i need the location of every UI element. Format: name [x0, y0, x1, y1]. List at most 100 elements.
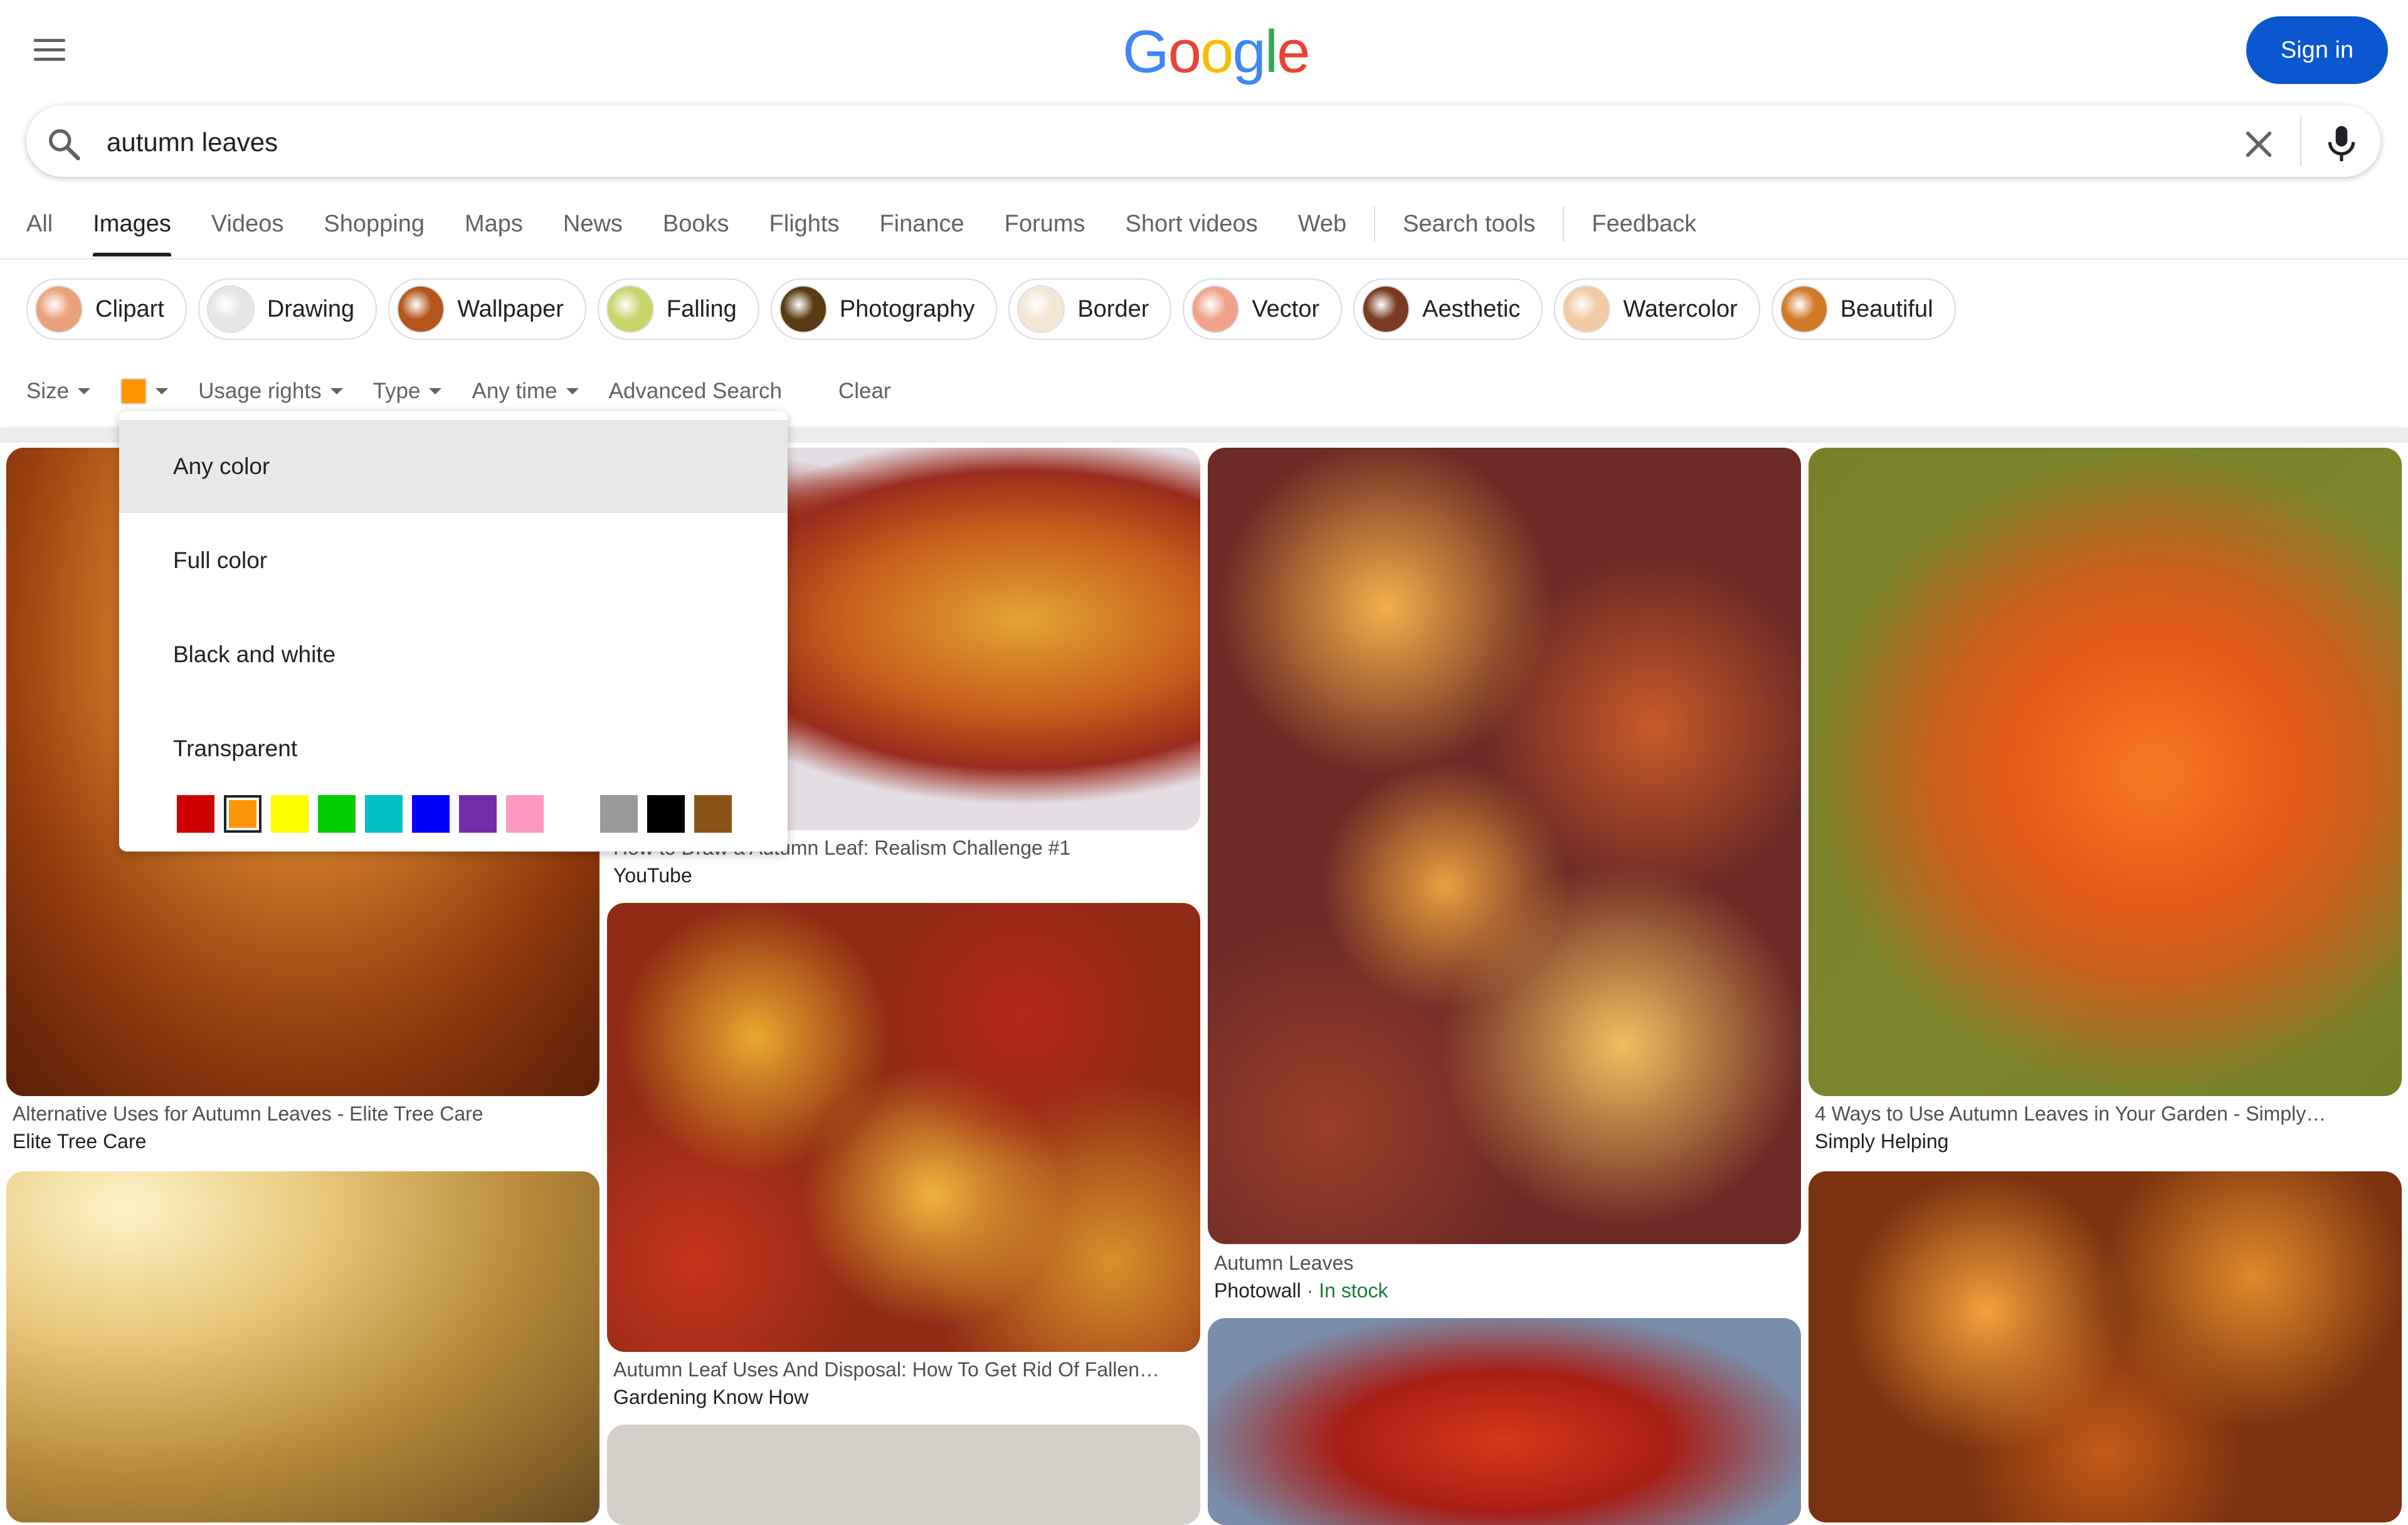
- chip-drawing[interactable]: Drawing: [198, 278, 378, 340]
- color-swatch[interactable]: [647, 795, 685, 833]
- tab-images[interactable]: Images: [93, 205, 171, 256]
- maple-canopy-image[interactable]: [1809, 1171, 2402, 1522]
- color-swatches: [177, 795, 741, 833]
- caret-down-icon: [78, 388, 91, 394]
- color-option-full-color[interactable]: Full color: [119, 514, 788, 607]
- tab-news[interactable]: News: [563, 205, 623, 243]
- result-source: Elite Tree Care: [13, 1130, 147, 1153]
- time-filter-label: Any time: [472, 379, 557, 403]
- clear-filters-link[interactable]: Clear: [838, 379, 891, 404]
- leaf-image[interactable]: [607, 1425, 1200, 1525]
- color-swatch[interactable]: [600, 795, 638, 833]
- google-logo[interactable]: Google: [1122, 18, 1311, 87]
- search-icon[interactable]: [45, 125, 83, 163]
- chip-thumbnail: [1017, 285, 1065, 333]
- color-option-any-color[interactable]: Any color: [119, 420, 788, 513]
- advanced-search-link[interactable]: Advanced Search: [609, 379, 782, 404]
- image-result-8[interactable]: [607, 1425, 1200, 1525]
- tab-shopping[interactable]: Shopping: [324, 205, 425, 243]
- search-tools-button[interactable]: Search tools: [1403, 205, 1535, 243]
- chip-watercolor[interactable]: Watercolor: [1554, 278, 1760, 340]
- color-swatch[interactable]: [365, 795, 403, 833]
- chip-label: Drawing: [267, 295, 355, 322]
- logo-letter: e: [1277, 18, 1310, 85]
- chip-vector[interactable]: Vector: [1183, 278, 1343, 340]
- logo-letter: o: [1168, 18, 1201, 85]
- leaf-pile-image[interactable]: [607, 903, 1200, 1352]
- tab-books[interactable]: Books: [663, 205, 729, 243]
- logo-letter: o: [1200, 18, 1233, 85]
- tab-web[interactable]: Web: [1298, 205, 1346, 243]
- tab-maps[interactable]: Maps: [465, 205, 523, 243]
- chip-clipart[interactable]: Clipart: [26, 278, 187, 340]
- main-menu-button[interactable]: [25, 25, 75, 75]
- tab-all[interactable]: All: [26, 205, 53, 243]
- tab-videos[interactable]: Videos: [211, 205, 284, 243]
- chip-thumbnail: [779, 285, 827, 333]
- result-source: Photowall · In stock: [1214, 1279, 1388, 1302]
- color-swatch[interactable]: [224, 795, 261, 833]
- color-swatch[interactable]: [506, 795, 544, 833]
- falling-leaves-image[interactable]: [6, 1171, 599, 1522]
- chip-beautiful[interactable]: Beautiful: [1771, 278, 1956, 340]
- color-swatch[interactable]: [318, 795, 356, 833]
- result-title[interactable]: Autumn Leaves: [1214, 1252, 1797, 1275]
- color-dropdown-menu: Any color Full color Black and white Transp…: [119, 411, 788, 852]
- tab-forums[interactable]: Forums: [1005, 205, 1085, 243]
- result-title[interactable]: Alternative Uses for Autumn Leaves - Eli…: [13, 1102, 596, 1126]
- logo-letter: G: [1122, 18, 1170, 85]
- image-result-6[interactable]: [6, 1171, 599, 1522]
- image-result-3[interactable]: Autumn Leaves Photowall · In stock: [1208, 448, 1801, 1307]
- tabs-divider: [0, 258, 2408, 260]
- tab-short-videos[interactable]: Short videos: [1125, 205, 1257, 243]
- color-option-black-and-white[interactable]: Black and white: [119, 608, 788, 701]
- color-swatch[interactable]: [177, 795, 214, 833]
- chip-label: Clipart: [95, 295, 164, 322]
- chip-thumbnail: [1563, 285, 1611, 333]
- sign-in-button[interactable]: Sign in: [2246, 16, 2388, 84]
- color-filter[interactable]: [120, 378, 169, 404]
- size-filter-label: Size: [26, 379, 70, 403]
- chip-wallpaper[interactable]: Wallpaper: [388, 278, 586, 340]
- size-filter[interactable]: Size: [26, 379, 91, 404]
- chip-label: Photography: [839, 295, 975, 322]
- tab-finance[interactable]: Finance: [879, 205, 964, 243]
- caret-down-icon: [429, 388, 442, 394]
- chip-label: Aesthetic: [1422, 295, 1521, 322]
- chip-aesthetic[interactable]: Aesthetic: [1353, 278, 1543, 340]
- result-title[interactable]: Autumn Leaf Uses And Disposal: How To Ge…: [613, 1358, 1178, 1381]
- autumn-leaves-image[interactable]: [1208, 448, 1801, 1244]
- clear-icon[interactable]: [2240, 125, 2278, 163]
- microphone-icon[interactable]: [2324, 123, 2359, 164]
- chip-label: Vector: [1252, 295, 1320, 322]
- maple-leaf-image[interactable]: [1809, 448, 2402, 1096]
- chip-label: Beautiful: [1840, 295, 1933, 322]
- chip-thumbnail: [206, 285, 255, 333]
- color-swatch[interactable]: [553, 795, 591, 833]
- usage-rights-label: Usage rights: [198, 379, 322, 403]
- image-result-7[interactable]: [1208, 1318, 1801, 1525]
- result-title[interactable]: 4 Ways to Use Autumn Leaves in Your Gard…: [1815, 1102, 2398, 1126]
- image-result-9[interactable]: [1809, 1171, 2402, 1522]
- caret-down-icon: [330, 388, 343, 394]
- image-result-5[interactable]: Autumn Leaf Uses And Disposal: How To Ge…: [607, 903, 1200, 1417]
- color-option-transparent[interactable]: Transparent: [119, 702, 788, 795]
- time-filter[interactable]: Any time: [472, 379, 579, 404]
- chip-thumbnail: [1191, 285, 1240, 333]
- chip-falling[interactable]: Falling: [597, 278, 759, 340]
- color-swatch[interactable]: [271, 795, 309, 833]
- feedback-link[interactable]: Feedback: [1592, 205, 1696, 243]
- color-swatch[interactable]: [459, 795, 497, 833]
- color-swatch[interactable]: [694, 795, 732, 833]
- usage-rights-filter[interactable]: Usage rights: [198, 379, 343, 404]
- tab-flights[interactable]: Flights: [769, 205, 840, 243]
- search-input[interactable]: autumn leaves: [107, 124, 278, 161]
- image-result-4[interactable]: 4 Ways to Use Autumn Leaves in Your Gard…: [1809, 448, 2402, 1169]
- tab-separator: [1374, 206, 1376, 241]
- color-swatch[interactable]: [412, 795, 450, 833]
- search-bar: [26, 105, 2380, 177]
- chip-photography[interactable]: Photography: [770, 278, 998, 340]
- type-filter[interactable]: Type: [373, 379, 442, 404]
- red-leaf-image[interactable]: [1208, 1318, 1801, 1525]
- chip-border[interactable]: Border: [1008, 278, 1172, 340]
